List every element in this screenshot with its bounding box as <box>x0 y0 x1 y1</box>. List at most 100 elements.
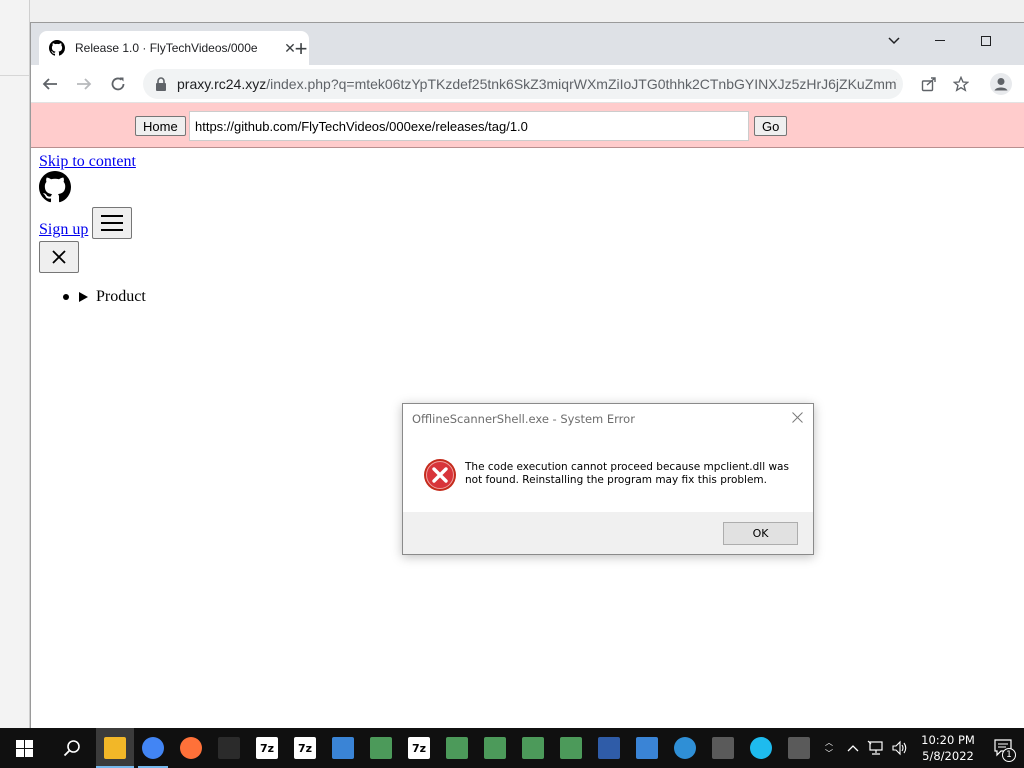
github-favicon-icon <box>49 40 65 56</box>
maximize-icon <box>981 36 991 46</box>
taskbar-app-2[interactable] <box>172 728 210 768</box>
tray-overflow-button[interactable] <box>842 728 864 768</box>
minimize-button[interactable] <box>917 27 963 55</box>
taskbar-app-8[interactable]: 7z <box>400 728 438 768</box>
tab-title: Release 1.0 · FlyTechVideos/000e <box>75 41 258 55</box>
menu-toggle-button[interactable] <box>92 207 132 239</box>
app-window-icon <box>446 737 468 759</box>
taskbar-app-16[interactable] <box>704 728 742 768</box>
chevron-down-icon <box>888 37 900 45</box>
taskbar-scroll[interactable]: ︿ ﹀ <box>822 728 836 768</box>
dialog-message: The code execution cannot proceed becaus… <box>465 461 789 486</box>
app-window-icon <box>332 737 354 759</box>
taskbar-app-17[interactable] <box>742 728 780 768</box>
windows-logo-icon <box>15 739 33 757</box>
browser-window: Release 1.0 · FlyTechVideos/000e ✕ + pra… <box>30 22 1024 728</box>
proxy-home-button[interactable]: Home <box>135 116 186 136</box>
app-window-icon <box>370 737 392 759</box>
error-icon <box>424 459 456 491</box>
system-tray: 10:20 PM 5/8/2022 1 <box>842 728 1024 768</box>
nav-list: Product <box>63 288 146 306</box>
taskbar-app-3[interactable] <box>210 728 248 768</box>
chevron-up-icon: ︿ <box>825 738 833 747</box>
system-error-dialog: OfflineScannerShell.exe - System Error T… <box>402 403 814 555</box>
taskbar-app-5[interactable]: 7z <box>286 728 324 768</box>
disclosure-triangle-icon <box>79 292 88 302</box>
taskbar-app-13[interactable] <box>590 728 628 768</box>
forward-button[interactable] <box>69 69 99 99</box>
url-host: praxy.rc24.xyz <box>177 76 267 92</box>
dialog-close-button[interactable] <box>789 409 805 425</box>
browser-titlebar: Release 1.0 · FlyTechVideos/000e ✕ + <box>31 23 1024 65</box>
taskbar-app-11[interactable] <box>514 728 552 768</box>
profile-button[interactable] <box>986 69 1016 99</box>
speaker-icon <box>892 740 907 756</box>
taskbar-app-14[interactable] <box>628 728 666 768</box>
taskbar-app-10[interactable] <box>476 728 514 768</box>
chevron-up-icon <box>847 745 859 752</box>
taskbar-app-0[interactable] <box>96 728 134 768</box>
taskbar-app-15[interactable] <box>666 728 704 768</box>
share-icon <box>921 77 936 92</box>
address-bar[interactable]: praxy.rc24.xyz/index.php?q=mtek06tzYpTKz… <box>143 69 903 99</box>
app-window-icon <box>560 737 582 759</box>
nav-item-label: Product <box>96 288 146 305</box>
github-logo-icon[interactable] <box>39 171 71 203</box>
back-arrow-icon <box>42 77 57 90</box>
bookmark-button[interactable] <box>946 69 976 99</box>
browser-toolbar: praxy.rc24.xyz/index.php?q=mtek06tzYpTKz… <box>31 65 1024 103</box>
network-globe-icon <box>674 737 696 759</box>
share-button[interactable] <box>914 69 944 99</box>
skip-to-content-link[interactable]: Skip to content <box>39 153 136 171</box>
chevron-down-icon: ﹀ <box>825 749 833 758</box>
app-window-icon <box>522 737 544 759</box>
browser-tab[interactable]: Release 1.0 · FlyTechVideos/000e ✕ <box>39 31 309 65</box>
search-icon <box>63 740 80 757</box>
monitor-icon <box>598 737 620 759</box>
chrome-icon <box>142 737 164 759</box>
app-window-icon <box>636 737 658 759</box>
taskbar-app-12[interactable] <box>552 728 590 768</box>
address-url: praxy.rc24.xyz/index.php?q=mtek06tzYpTKz… <box>177 76 897 92</box>
search-button[interactable] <box>48 728 96 768</box>
taskbar-app-9[interactable] <box>438 728 476 768</box>
list-bullet <box>63 294 69 300</box>
tab-search-button[interactable] <box>871 27 917 55</box>
url-path: /index.php?q=mtek06tzYpTKzdef25tnk6SkZ3m… <box>266 76 897 92</box>
7zip-icon: 7z <box>294 737 316 759</box>
clock[interactable]: 10:20 PM 5/8/2022 <box>912 728 984 768</box>
new-tab-button[interactable]: + <box>289 36 313 61</box>
reload-button[interactable] <box>103 69 133 99</box>
hamburger-icon <box>101 215 123 231</box>
sign-up-link[interactable]: Sign up <box>39 221 88 239</box>
start-button[interactable] <box>0 728 48 768</box>
network-icon <box>867 740 883 755</box>
7zip-icon: 7z <box>256 737 278 759</box>
notification-badge: 1 <box>1002 748 1016 762</box>
proxy-go-button[interactable]: Go <box>754 116 788 136</box>
taskbar-app-6[interactable] <box>324 728 362 768</box>
lock-icon <box>156 77 166 91</box>
menu-close-button[interactable] <box>39 241 79 273</box>
dialog-title: OfflineScannerShell.exe - System Error <box>412 412 635 426</box>
close-icon <box>52 250 66 264</box>
clock-date: 5/8/2022 <box>922 749 974 763</box>
taskbar-app-4[interactable]: 7z <box>248 728 286 768</box>
app-window-icon <box>712 737 734 759</box>
taskbar-app-18[interactable] <box>780 728 818 768</box>
taskbar-apps: 7z 7z 7z <box>96 728 818 768</box>
close-icon <box>791 411 803 423</box>
action-center-button[interactable]: 1 <box>984 728 1024 768</box>
taskbar-app-7[interactable] <box>362 728 400 768</box>
ok-button[interactable]: OK <box>723 522 798 545</box>
volume-button[interactable] <box>888 728 912 768</box>
back-button[interactable] <box>35 69 65 99</box>
minimize-icon <box>935 40 945 41</box>
nav-item-product[interactable]: Product <box>63 288 146 306</box>
proxy-bar: Home Go <box>31 103 1024 148</box>
network-button[interactable] <box>864 728 888 768</box>
taskbar-app-1[interactable] <box>134 728 172 768</box>
dialog-footer: OK <box>403 512 813 554</box>
maximize-button[interactable] <box>963 27 1009 55</box>
proxy-url-input[interactable] <box>189 111 749 141</box>
